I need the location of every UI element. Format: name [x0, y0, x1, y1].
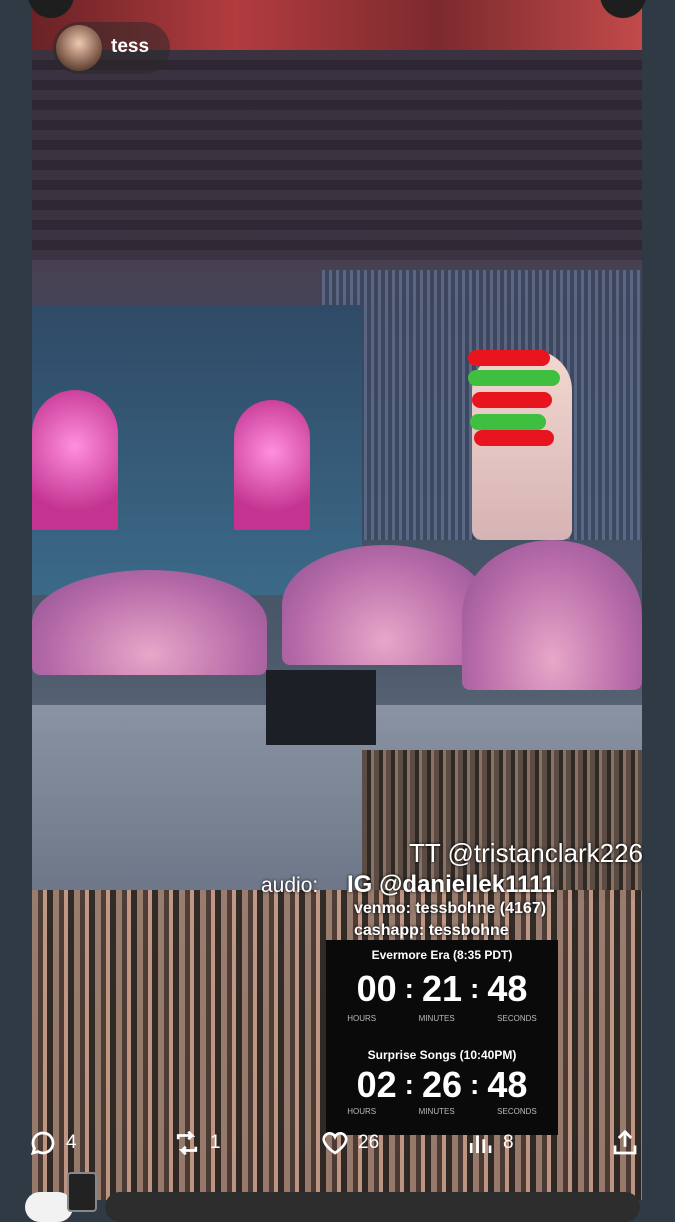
countdown-panel: Evermore Era (8:35 PDT) 00 : 21 : 48 HOU…: [326, 940, 558, 1135]
repost-icon: [176, 1130, 198, 1156]
timer-title: Surprise Songs (10:40PM): [367, 1048, 517, 1062]
instagram-handle: IG @daniellek1111: [347, 871, 555, 898]
upper-stands: [32, 50, 642, 260]
stage-petal-center: [282, 545, 487, 665]
avatar[interactable]: [56, 25, 102, 71]
timer-title: Evermore Era (8:35 PDT): [371, 948, 513, 962]
tiktok-handle: TT @tristanclark226: [409, 838, 643, 868]
censor-scribble-red: [474, 430, 554, 446]
timer-colon: :: [470, 973, 480, 1004]
audio-label: audio:: [261, 874, 319, 897]
reply-icon: [30, 1131, 55, 1156]
timer-seconds: 48: [487, 1064, 528, 1105]
share-icon: [613, 1129, 637, 1155]
timer-minutes: 21: [421, 968, 463, 1009]
timer-hours: 02: [356, 1064, 397, 1105]
timer-colon: :: [470, 1069, 480, 1100]
repost-button[interactable]: 1: [172, 1125, 221, 1161]
timer-colon: :: [404, 1069, 414, 1100]
screen-arch-right: [234, 400, 310, 530]
stage-riser: [266, 670, 376, 745]
reply-button[interactable]: 4: [28, 1125, 77, 1161]
unit-label: HOURS: [347, 1107, 377, 1116]
timer-hours: 00: [356, 968, 397, 1009]
unit-label: MINUTES: [418, 1014, 455, 1023]
views-count: 8: [503, 1132, 514, 1153]
timer-minutes: 26: [421, 1064, 463, 1105]
author-username[interactable]: tess: [111, 36, 149, 58]
bottom-avatar[interactable]: [25, 1192, 73, 1222]
reply-count: 4: [66, 1132, 77, 1153]
cashapp-handle: cashapp: tessbohne: [354, 922, 509, 939]
timer-units: HOURS MINUTES SECONDS: [326, 1107, 558, 1116]
unit-label: HOURS: [347, 1014, 377, 1023]
stage-petal-right: [462, 540, 642, 690]
reply-input[interactable]: [105, 1192, 640, 1222]
timer-colon: :: [404, 973, 414, 1004]
repost-count: 1: [210, 1132, 221, 1153]
timer-digits: 00 : 21 : 48: [326, 968, 558, 1010]
views-icon: [469, 1135, 492, 1153]
censor-scribble-green: [468, 370, 560, 386]
media-thumbnail[interactable]: [67, 1172, 97, 1212]
censor-scribble-red: [468, 350, 550, 366]
stage-petal-left: [32, 570, 267, 675]
timer-seconds: 48: [487, 968, 528, 1009]
unit-label: MINUTES: [418, 1107, 455, 1116]
venmo-handle: venmo: tessbohne (4167): [354, 900, 547, 917]
like-count: 26: [358, 1132, 380, 1153]
views-button[interactable]: 8: [465, 1125, 514, 1161]
censor-scribble-red: [472, 392, 552, 408]
like-button[interactable]: 26: [320, 1125, 379, 1161]
unit-label: SECONDS: [497, 1107, 537, 1116]
screen-arch-left: [32, 390, 118, 530]
timer-units: HOURS MINUTES SECONDS: [326, 1014, 558, 1023]
timer-digits: 02 : 26 : 48: [326, 1064, 558, 1106]
share-button[interactable]: [610, 1125, 648, 1161]
like-icon: [322, 1132, 348, 1155]
censor-scribble-green: [470, 414, 546, 430]
stage-screen: [32, 305, 362, 595]
unit-label: SECONDS: [497, 1014, 537, 1023]
